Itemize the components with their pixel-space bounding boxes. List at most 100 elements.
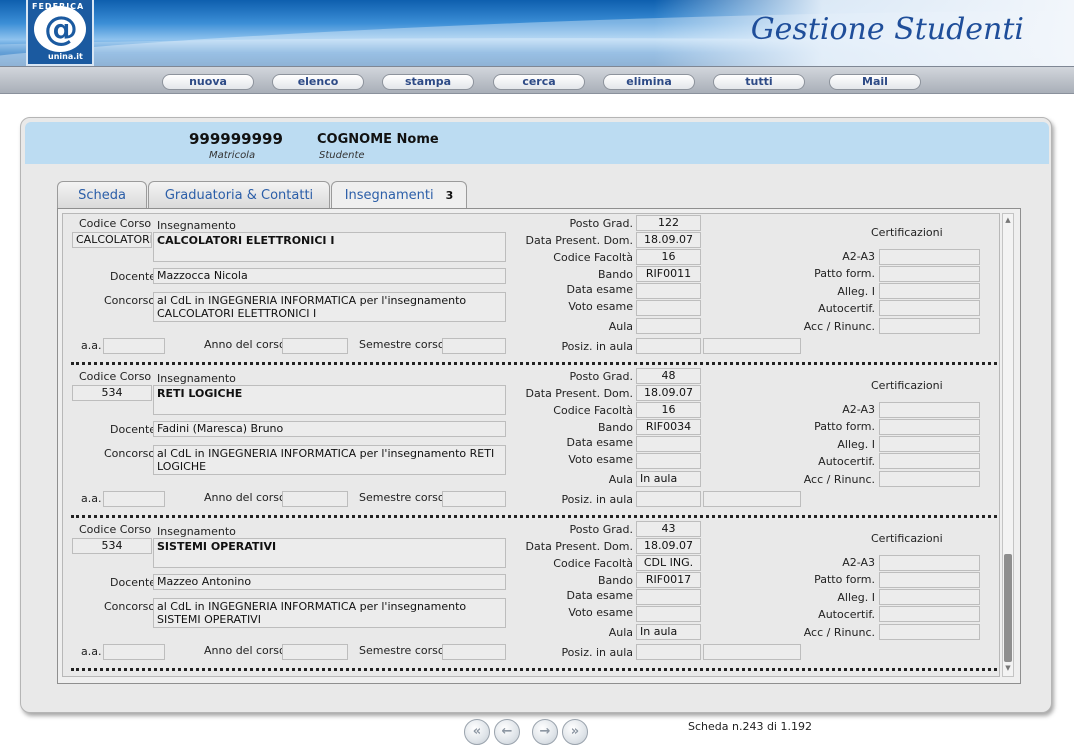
bando-field[interactable]: RIF0017 (636, 572, 701, 588)
data-esame-field[interactable] (636, 589, 701, 605)
next-record-icon[interactable]: → (532, 719, 558, 745)
docente-field[interactable]: Mazzeo Antonino (153, 574, 506, 590)
codice-facolta-field[interactable]: 16 (636, 402, 701, 418)
tab-insegnamenti[interactable]: Insegnamenti 3 (331, 181, 467, 210)
posto-grad-field[interactable]: 122 (636, 215, 701, 231)
bando-label: Bando (598, 574, 633, 587)
alleg-label: Alleg. I (837, 438, 875, 451)
mail-button[interactable]: Mail (829, 74, 921, 90)
semestre-field[interactable] (442, 491, 506, 507)
patto-form-field[interactable] (879, 266, 980, 282)
posiz-aula-extra-field[interactable] (703, 491, 801, 507)
concorso-field[interactable]: al CdL in INGEGNERIA INFORMATICA per l'i… (153, 292, 506, 322)
scroll-up-icon[interactable]: ▲ (1004, 216, 1012, 224)
insegnamenti-list: Codice Corso Insegnamento CALCOLATORI CA… (62, 213, 1000, 677)
aa-label: a.a. (81, 339, 102, 352)
codice-facolta-field[interactable]: 16 (636, 249, 701, 265)
acc-rinunc-field[interactable] (879, 318, 980, 334)
codice-corso-field[interactable]: 534 (72, 538, 152, 554)
bando-field[interactable]: RIF0034 (636, 419, 701, 435)
elimina-button[interactable]: elimina (603, 74, 695, 90)
posiz-aula-extra-field[interactable] (703, 644, 801, 660)
aa-field[interactable] (103, 338, 165, 354)
a2a3-field[interactable] (879, 555, 980, 571)
autocertif-field[interactable] (879, 300, 980, 316)
posto-grad-field[interactable]: 43 (636, 521, 701, 537)
scroll-down-icon[interactable]: ▼ (1004, 664, 1012, 672)
first-record-icon[interactable]: « (464, 719, 490, 745)
course-record: Codice Corso Insegnamento 534 SISTEMI OP… (63, 520, 999, 673)
posiz-aula-field[interactable] (636, 491, 701, 507)
codice-corso-field[interactable]: 534 (72, 385, 152, 401)
nuova-button[interactable]: nuova (162, 74, 254, 90)
posiz-aula-label: Posiz. in aula (561, 646, 633, 659)
autocertif-field[interactable] (879, 606, 980, 622)
scroll-thumb[interactable] (1004, 554, 1012, 662)
alleg-field[interactable] (879, 589, 980, 605)
alleg-field[interactable] (879, 283, 980, 299)
anno-corso-field[interactable] (282, 338, 348, 354)
codice-corso-label: Codice Corso (79, 370, 152, 383)
docente-field[interactable]: Fadini (Maresca) Bruno (153, 421, 506, 437)
aa-field[interactable] (103, 644, 165, 660)
anno-corso-field[interactable] (282, 491, 348, 507)
semestre-field[interactable] (442, 644, 506, 660)
acc-rinunc-field[interactable] (879, 624, 980, 640)
federica-logo[interactable]: @ FEDERICA unina.it (26, 0, 94, 66)
aula-field[interactable]: In aula (636, 624, 701, 640)
codice-corso-label: Codice Corso (79, 217, 152, 230)
concorso-field[interactable]: al CdL in INGEGNERIA INFORMATICA per l'i… (153, 598, 506, 628)
a2a3-field[interactable] (879, 402, 980, 418)
insegnamento-field[interactable]: SISTEMI OPERATIVI (153, 538, 506, 568)
codice-facolta-label: Codice Facoltà (553, 404, 633, 417)
aula-field[interactable]: In aula (636, 471, 701, 487)
scrollbar[interactable]: ▲ ▼ (1002, 213, 1014, 677)
cerca-button[interactable]: cerca (493, 74, 585, 90)
data-present-field[interactable]: 18.09.07 (636, 385, 701, 401)
data-esame-label: Data esame (566, 283, 633, 296)
alleg-field[interactable] (879, 436, 980, 452)
patto-form-field[interactable] (879, 572, 980, 588)
tutti-button[interactable]: tutti (713, 74, 805, 90)
tab-graduatoria-contatti[interactable]: Graduatoria & Contatti (148, 181, 330, 209)
stampa-button[interactable]: stampa (382, 74, 474, 90)
data-esame-label: Data esame (566, 436, 633, 449)
concorso-field[interactable]: al CdL in INGEGNERIA INFORMATICA per l'i… (153, 445, 506, 475)
codice-facolta-label: Codice Facoltà (553, 557, 633, 570)
voto-esame-field[interactable] (636, 606, 701, 622)
logo-brand: FEDERICA (32, 2, 85, 11)
voto-esame-label: Voto esame (568, 453, 633, 466)
posto-grad-field[interactable]: 48 (636, 368, 701, 384)
posiz-aula-field[interactable] (636, 338, 701, 354)
docente-field[interactable]: Mazzocca Nicola (153, 268, 506, 284)
prev-record-icon[interactable]: ← (494, 719, 520, 745)
codice-corso-field[interactable]: CALCOLATORI (72, 232, 152, 248)
posiz-aula-extra-field[interactable] (703, 338, 801, 354)
aula-field[interactable] (636, 318, 701, 334)
insegnamento-label: Insegnamento (157, 525, 236, 538)
voto-esame-field[interactable] (636, 453, 701, 469)
data-present-field[interactable]: 18.09.07 (636, 538, 701, 554)
concorso-label: Concorso (104, 600, 156, 613)
posiz-aula-field[interactable] (636, 644, 701, 660)
semestre-field[interactable] (442, 338, 506, 354)
patto-form-field[interactable] (879, 419, 980, 435)
voto-esame-field[interactable] (636, 300, 701, 316)
insegnamento-field[interactable]: RETI LOGICHE (153, 385, 506, 415)
bando-field[interactable]: RIF0011 (636, 266, 701, 282)
course-record: Codice Corso Insegnamento CALCOLATORI CA… (63, 214, 999, 367)
anno-corso-field[interactable] (282, 644, 348, 660)
data-present-label: Data Present. Dom. (525, 387, 633, 400)
data-esame-field[interactable] (636, 283, 701, 299)
last-record-icon[interactable]: » (562, 719, 588, 745)
insegnamento-field[interactable]: CALCOLATORI ELETTRONICI I (153, 232, 506, 262)
data-esame-field[interactable] (636, 436, 701, 452)
aa-field[interactable] (103, 491, 165, 507)
codice-facolta-field[interactable]: CDL ING. (636, 555, 701, 571)
autocertif-field[interactable] (879, 453, 980, 469)
tab-scheda[interactable]: Scheda (57, 181, 147, 209)
elenco-button[interactable]: elenco (272, 74, 364, 90)
acc-rinunc-field[interactable] (879, 471, 980, 487)
data-present-field[interactable]: 18.09.07 (636, 232, 701, 248)
a2a3-field[interactable] (879, 249, 980, 265)
